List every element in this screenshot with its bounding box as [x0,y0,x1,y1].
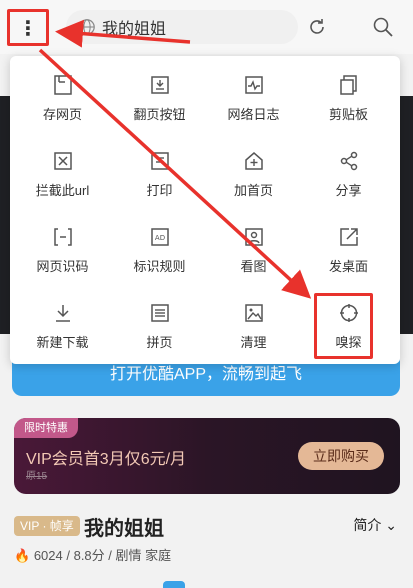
menu-item-save-page[interactable]: 存网页 [14,56,111,132]
heat-value: 6024 [33,548,63,563]
svg-text:AD: AD [154,234,164,242]
menu-item-label: 加首页 [233,183,273,198]
intro-toggle[interactable]: 简介 ⌄ [353,515,397,535]
menu-item-label: 存网页 [42,107,82,122]
menu-item-view-image[interactable]: 看图 [205,208,302,284]
sniff-item-highlight [314,293,373,359]
send-desktop-icon [339,228,358,246]
browser-toolbar: ⋮ 我的姐姐 [0,0,413,54]
menu-item-scan-code[interactable]: 网页识码 [14,208,111,284]
show-title: 我的姐姐 [84,518,164,540]
address-text: 我的姐姐 [102,21,167,38]
vip-limited-tag: 限时特惠 [14,418,78,438]
menu-item-label: 打印 [146,183,173,198]
menu-item-label: 发桌面 [328,259,368,274]
menu-button-highlight [7,9,49,46]
menu-item-clean[interactable]: 清理 [205,284,302,360]
download-icon [55,305,70,322]
reload-icon[interactable] [306,16,328,38]
vip-original-price: 原15 [26,471,48,482]
buy-now-button[interactable]: 立即购买 [298,442,384,470]
menu-item-clipboard[interactable]: 剪贴板 [300,56,397,132]
block-url-icon [53,152,72,170]
share-icon [340,151,357,171]
menu-item-ad-rule[interactable]: AD 标识规则 [111,208,208,284]
menu-item-label: 拦截此url [35,183,90,198]
menu-item-label: 网页识码 [36,259,89,274]
ad-rule-icon: AD [150,228,169,246]
menu-item-label: 翻页按钮 [133,107,186,122]
menu-item-label: 网络日志 [227,107,280,122]
add-home-icon [244,152,263,170]
menu-item-block-url[interactable]: 拦截此url [14,132,111,208]
page-turn-icon [150,76,169,94]
menu-item-add-home[interactable]: 加首页 [205,132,302,208]
menu-item-label: 清理 [240,335,267,350]
menu-item-share[interactable]: 分享 [300,132,397,208]
menu-item-print[interactable]: 打印 [111,132,208,208]
view-image-icon [244,228,263,246]
menu-item-label: 看图 [240,259,267,274]
menu-item-label: 标识规则 [133,259,186,274]
vip-promo-card[interactable]: 限时特惠 VIP会员首3月仅6元/月 原15 立即购买 [14,418,400,494]
merge-page-icon [150,304,169,322]
menu-item-label: 分享 [335,183,362,198]
save-page-icon [53,75,72,95]
menu-item-label: 剪贴板 [328,107,368,122]
clean-icon [244,304,263,322]
globe-icon [79,19,95,35]
vip-offer-text: VIP会员首3月仅6元/月 [26,451,187,468]
menu-item-new-download[interactable]: 新建下载 [14,284,111,360]
show-meta: 🔥 6024 / 8.8分 / 剧情 家庭 [14,545,171,564]
clipboard-icon [339,75,357,95]
menu-item-page-turn[interactable]: 翻页按钮 [111,56,208,132]
menu-item-send-desktop[interactable]: 发桌面 [300,208,397,284]
network-log-icon [244,76,263,94]
menu-item-label: 新建下载 [36,335,89,350]
menu-item-label: 拼页 [146,335,173,350]
menu-item-merge-page[interactable]: 拼页 [111,284,208,360]
vip-badge: VIP · 帧享 [14,516,80,536]
meta-text: / 8.8分 / 剧情 家庭 [66,548,172,563]
scan-code-icon [53,228,72,246]
menu-item-network-log[interactable]: 网络日志 [205,56,302,132]
address-bar[interactable]: 我的姐姐 [66,10,298,44]
app-badge-icon [163,581,185,588]
flame-icon: 🔥 [14,548,31,563]
search-icon[interactable] [372,16,394,38]
print-icon [150,152,169,170]
